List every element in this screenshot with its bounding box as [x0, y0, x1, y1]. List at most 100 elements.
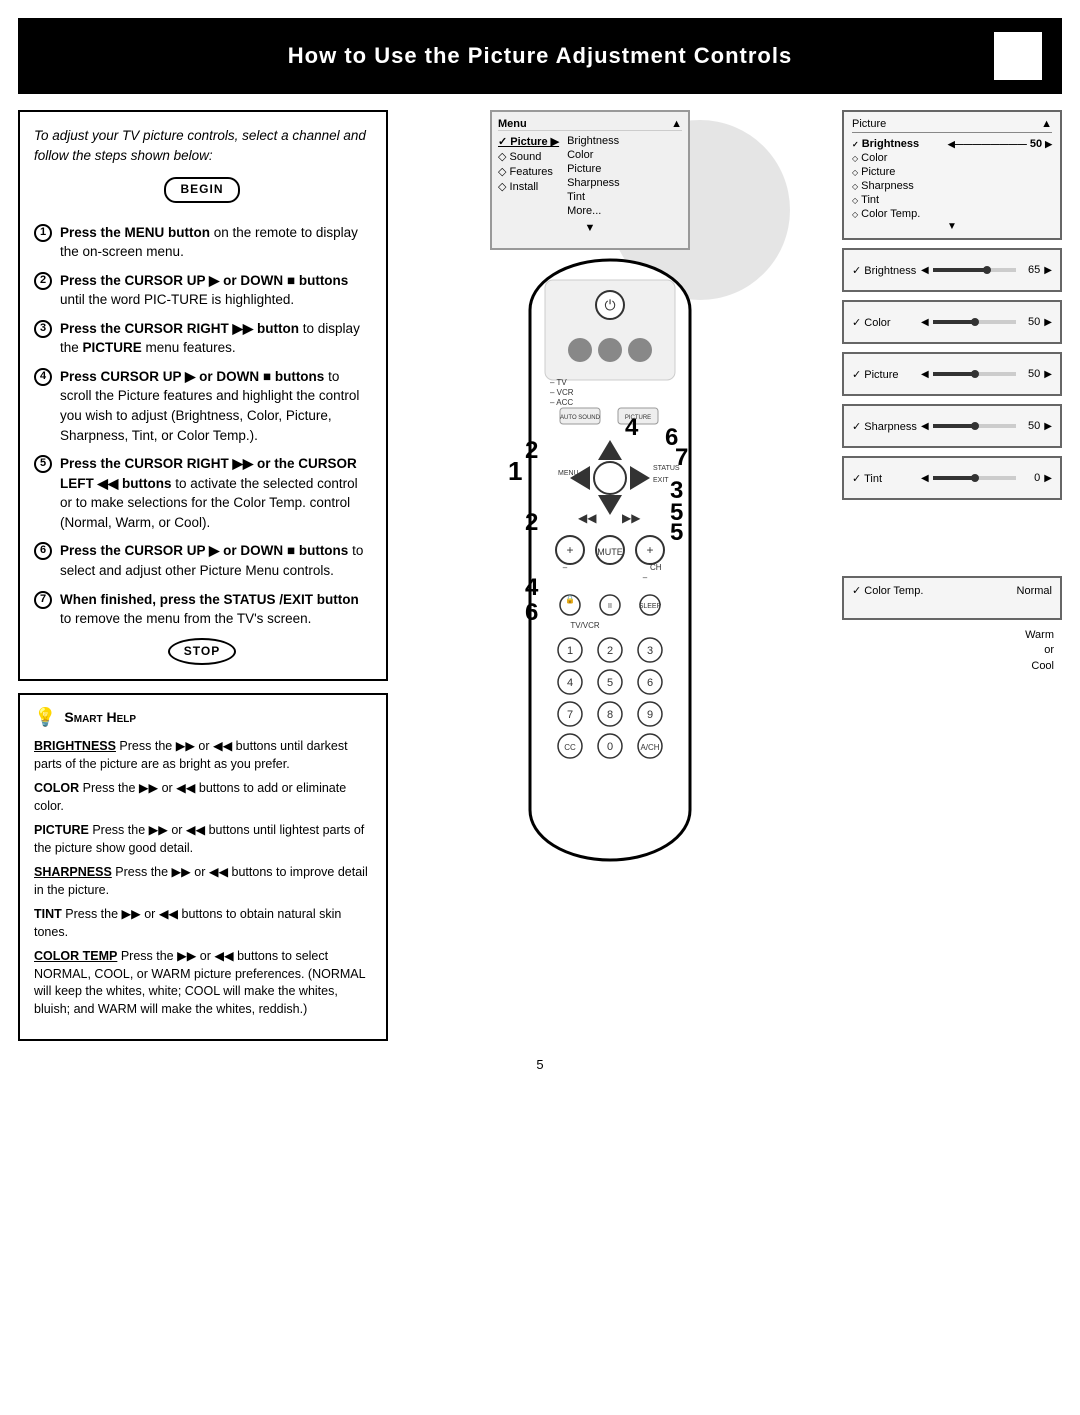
brightness-label: Brightness [852, 264, 917, 277]
color-temp-row: ✓ Color Temp. Normal [852, 584, 1052, 597]
svg-text:–: – [643, 573, 648, 582]
svg-text:2: 2 [525, 509, 538, 536]
svg-text:6: 6 [525, 599, 538, 626]
color-fill [933, 320, 975, 324]
brightness-left-arrow: ◀ [921, 265, 929, 276]
page-title: How to Use the Picture Adjustment Contro… [288, 43, 792, 69]
menu-right-more: More... [567, 204, 620, 218]
svg-text:+: + [566, 543, 573, 557]
svg-text:▶▶: ▶▶ [622, 511, 641, 525]
menu-item-install: ◇ Install [498, 179, 559, 194]
step-2: 2 Press the CURSOR UP ▶ or DOWN ■ button… [34, 271, 370, 310]
menu-left-col: ✓ Picture ▶ ◇ Sound ◇ Features ◇ Install [498, 134, 559, 218]
picture-slider-screen: Picture ◀ 50 ▶ [842, 352, 1062, 396]
step-1: 1 Press the MENU button on the remote to… [34, 223, 370, 262]
color-label: Color [852, 316, 917, 329]
svg-text:0: 0 [607, 741, 613, 753]
svg-text:1: 1 [508, 456, 522, 486]
step-5-number: 5 [34, 455, 52, 473]
svg-text:2: 2 [607, 645, 613, 657]
help-colortemp: COLOR TEMP Press the ▶▶ or ◀◀ buttons to… [34, 948, 372, 1018]
right-column: Picture ▲ ✓ Brightness ◀————————50▶ ◇ Co… [842, 110, 1062, 1041]
step-6-text: Press the CURSOR UP ▶ or DOWN ■ buttons … [60, 541, 370, 580]
brightness-bar [933, 268, 1017, 272]
help-sharpness: SHARPNESS Press the ▶▶ or ◀◀ buttons to … [34, 864, 372, 899]
svg-text:TV/VCR: TV/VCR [570, 621, 600, 630]
sharpness-right-arrow: ▶ [1044, 421, 1052, 432]
step-1-number: 1 [34, 224, 52, 242]
tint-right-arrow: ▶ [1044, 473, 1052, 484]
step-4: 4 Press CURSOR UP ▶ or DOWN ■ buttons to… [34, 367, 370, 445]
svg-text:AUTO SOUND: AUTO SOUND [560, 415, 601, 421]
svg-text:SLEEP: SLEEP [639, 603, 662, 610]
picture-menu-color: ◇ Color [852, 151, 1052, 165]
step-5: 5 Press the CURSOR RIGHT ▶▶ or the CURSO… [34, 454, 370, 532]
step-6-number: 6 [34, 542, 52, 560]
picture-menu-colortemp: ◇ Color Temp. [852, 207, 1052, 221]
header-box [994, 32, 1042, 80]
menu-header: Menu ▲ [498, 118, 682, 131]
intro-text: To adjust your TV picture controls, sele… [34, 126, 370, 165]
menu-arrow-up: ▲ [671, 118, 682, 130]
svg-text:– ACC: – ACC [550, 398, 573, 407]
svg-text:EXIT: EXIT [653, 477, 669, 484]
picture-label: Picture [852, 368, 917, 381]
picture-menu-sharpness: ◇ Sharpness [852, 179, 1052, 193]
menu-item-sound: ◇ Sound [498, 149, 559, 164]
svg-text:+: + [646, 543, 653, 557]
svg-text:◀◀: ◀◀ [578, 511, 597, 525]
sharpness-marker [971, 422, 979, 430]
picture-fill [933, 372, 975, 376]
step-3: 3 Press the CURSOR RIGHT ▶▶ button to di… [34, 319, 370, 358]
step-7-number: 7 [34, 591, 52, 609]
color-left-arrow: ◀ [921, 317, 929, 328]
smart-help-title: Smart Help [64, 708, 136, 728]
menu-item-features: ◇ Features [498, 164, 559, 179]
menu-screen: Menu ▲ ✓ Picture ▶ ◇ Sound ◇ Features ◇ … [490, 110, 690, 250]
sharpness-slider-screen: Sharpness ◀ 50 ▶ [842, 404, 1062, 448]
picture-menu-arrow: ▲ [1041, 118, 1052, 130]
picture-slider-row: Picture ◀ 50 ▶ [852, 368, 1052, 381]
svg-text:MUTE: MUTE [597, 547, 623, 557]
step-4-text: Press CURSOR UP ▶ or DOWN ■ buttons to s… [60, 367, 370, 445]
remote-svg-container: ⏻ – TV – VCR – ACC AUTO SOUND PICTURE [470, 250, 760, 905]
picture-bar [933, 372, 1017, 376]
help-color: COLOR Press the ▶▶ or ◀◀ buttons to add … [34, 780, 372, 815]
color-value: 50 [1020, 316, 1040, 328]
menu-item-picture: ✓ Picture ▶ [498, 134, 559, 149]
brightness-slider-screen: Brightness ◀ 65 ▶ [842, 248, 1062, 292]
svg-text:CC: CC [564, 743, 576, 752]
menu-right-brightness: Brightness [567, 134, 620, 148]
brightness-fill [933, 268, 987, 272]
color-slider-screen: Color ◀ 50 ▶ [842, 300, 1062, 344]
picture-left-arrow: ◀ [921, 369, 929, 380]
step-1-text: Press the MENU button on the remote to d… [60, 223, 370, 262]
tint-left-arrow: ◀ [921, 473, 929, 484]
step-5-text: Press the CURSOR RIGHT ▶▶ or the CURSOR … [60, 454, 370, 532]
svg-text:6: 6 [647, 677, 653, 689]
picture-marker [971, 370, 979, 378]
smart-help-box: 💡 Smart Help BRIGHTNESS Press the ▶▶ or … [18, 693, 388, 1041]
color-marker [971, 318, 979, 326]
menu-title: Menu [498, 118, 527, 130]
lightbulb-icon: 💡 [34, 705, 56, 730]
svg-text:7: 7 [567, 709, 573, 721]
tint-label: Tint [852, 472, 917, 485]
brightness-slider-row: Brightness ◀ 65 ▶ [852, 264, 1052, 277]
step-2-number: 2 [34, 272, 52, 290]
svg-text:– VCR: – VCR [550, 388, 574, 397]
step-4-number: 4 [34, 368, 52, 386]
picture-right-arrow: ▶ [1044, 369, 1052, 380]
picture-menu-tint: ◇ Tint [852, 193, 1052, 207]
svg-text:–: – [563, 563, 568, 572]
page-num-value: 5 [536, 1057, 543, 1072]
menu-right-col: Brightness Color Picture Sharpness Tint … [567, 134, 620, 218]
instructions-box: To adjust your TV picture controls, sele… [18, 110, 388, 681]
picture-menu-title: Picture [852, 118, 886, 130]
svg-text:5: 5 [670, 519, 683, 546]
sharpness-value: 50 [1020, 420, 1040, 432]
help-picture: PICTURE Press the ▶▶ or ◀◀ buttons until… [34, 822, 372, 857]
brightness-marker [983, 266, 991, 274]
sharpness-fill [933, 424, 975, 428]
center-column: Menu ▲ ✓ Picture ▶ ◇ Sound ◇ Features ◇ … [398, 110, 832, 1041]
